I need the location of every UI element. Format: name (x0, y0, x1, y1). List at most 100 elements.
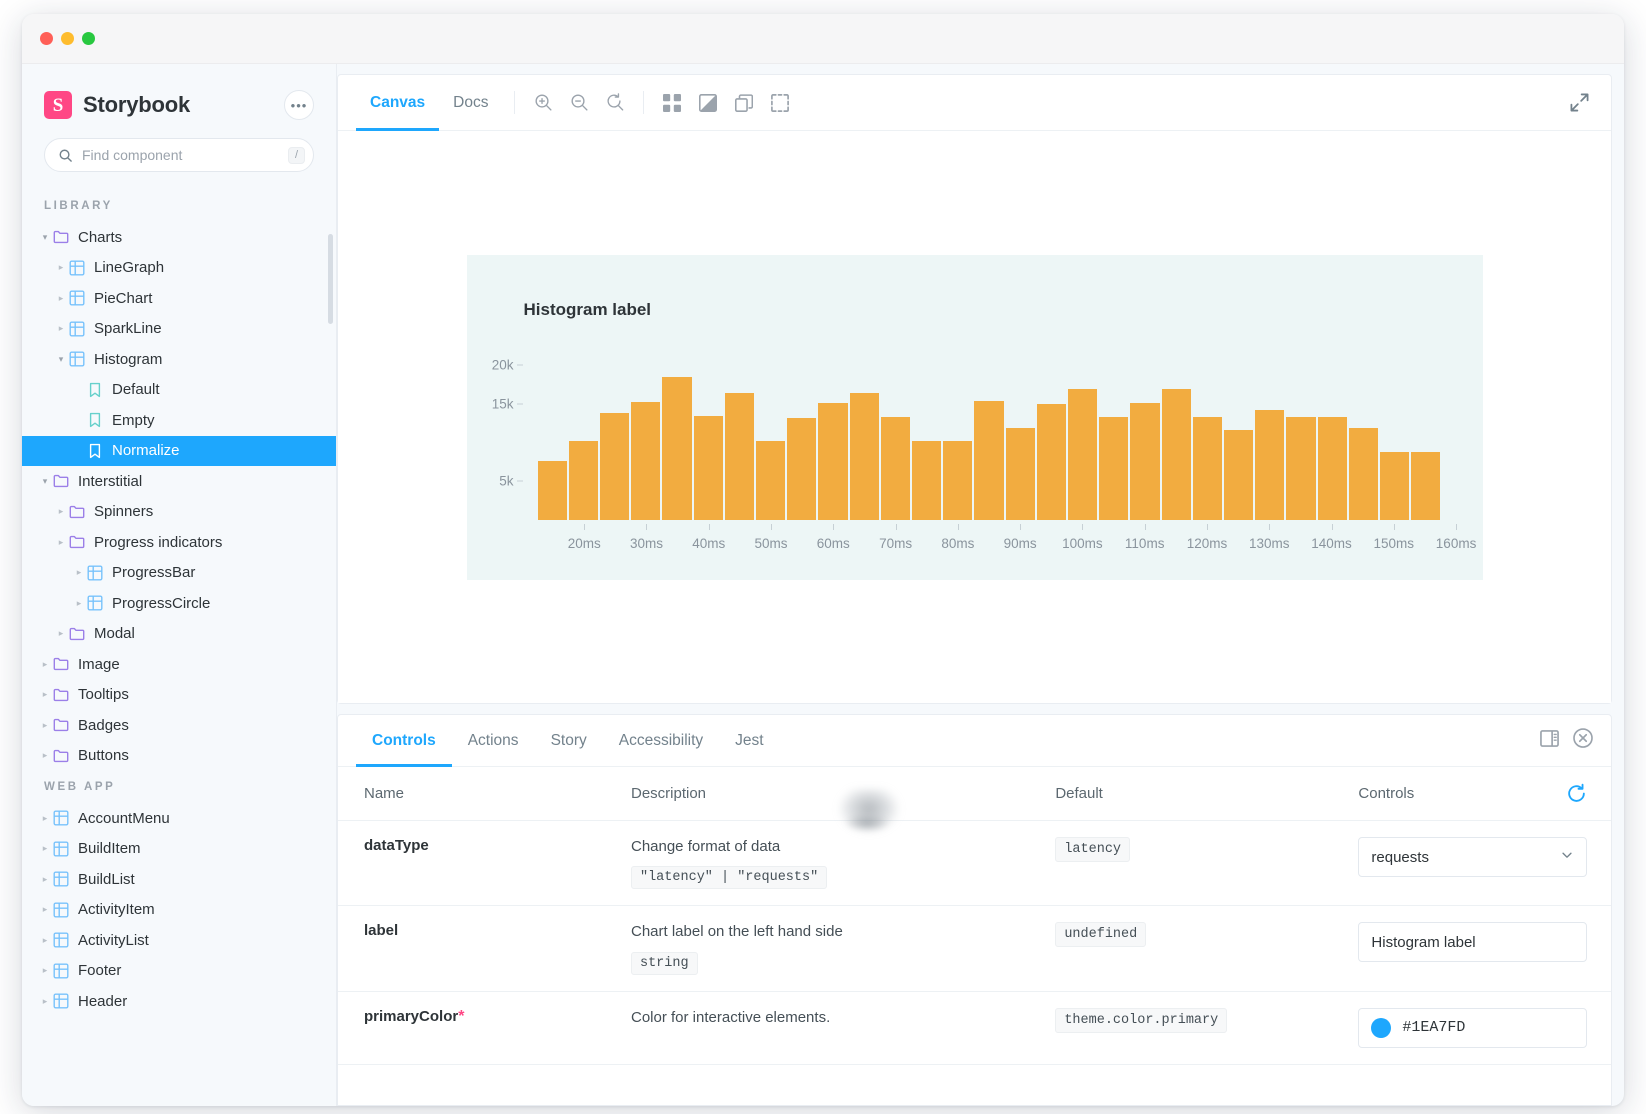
control-select[interactable]: requests (1358, 837, 1587, 877)
sidebar-item-builditem[interactable]: ▸BuildItem (22, 834, 336, 865)
chevron-down-icon[interactable]: ▾ (38, 476, 52, 487)
chart-bar (912, 441, 941, 519)
zoom-out-icon[interactable] (563, 87, 595, 119)
chevron-right-icon[interactable]: ▸ (38, 935, 52, 946)
close-panel-icon[interactable] (1573, 728, 1593, 753)
background-icon[interactable] (692, 87, 724, 119)
addons-panel: Controls Actions Story Accessibility Jes… (337, 714, 1612, 1106)
chart-bar (1193, 417, 1222, 520)
addon-toolbar-buttons (656, 75, 796, 130)
zoom-reset-icon[interactable] (599, 87, 631, 119)
chevron-right-icon[interactable]: ▸ (38, 720, 52, 731)
chart-bar (1068, 389, 1097, 520)
sidebar-item-default[interactable]: Default (22, 375, 336, 406)
sidebar-item-badges[interactable]: ▸Badges (22, 710, 336, 741)
chart-bar (850, 393, 879, 520)
sidebar-item-progressbar[interactable]: ▸ProgressBar (22, 558, 336, 589)
tab-controls[interactable]: Controls (356, 715, 452, 766)
search-input[interactable] (82, 147, 279, 163)
x-axis-tick-mark (1456, 524, 1457, 530)
zoom-in-icon[interactable] (527, 87, 559, 119)
sidebar-item-histogram[interactable]: ▾Histogram (22, 344, 336, 375)
sidebar-item-spinners[interactable]: ▸Spinners (22, 497, 336, 528)
sidebar-item-label: ActivityItem (78, 901, 155, 918)
color-swatch[interactable] (1371, 1018, 1391, 1038)
chevron-right-icon[interactable]: ▸ (38, 659, 52, 670)
folder-icon (68, 626, 86, 642)
control-name: label (364, 922, 398, 939)
column-header-controls: Controls (1358, 767, 1611, 821)
brand[interactable]: S Storybook (44, 91, 190, 119)
tab-accessibility[interactable]: Accessibility (603, 715, 719, 766)
tab-canvas[interactable]: Canvas (356, 75, 439, 130)
chevron-right-icon[interactable]: ▸ (54, 262, 68, 273)
sidebar-item-header[interactable]: ▸Header (22, 986, 336, 1017)
chevron-right-icon[interactable]: ▸ (54, 293, 68, 304)
control-default-cell: undefined (1055, 906, 1358, 991)
viewport-icon[interactable] (728, 87, 760, 119)
tab-story[interactable]: Story (535, 715, 603, 766)
measure-icon[interactable] (764, 87, 796, 119)
chart-bar (1006, 428, 1035, 519)
sidebar-item-normalize[interactable]: Normalize (22, 436, 336, 467)
x-axis-tick-mark (896, 524, 897, 530)
search-box[interactable]: / (44, 138, 314, 172)
chevron-right-icon[interactable]: ▸ (38, 750, 52, 761)
tab-actions[interactable]: Actions (452, 715, 535, 766)
sidebar-item-buildlist[interactable]: ▸BuildList (22, 864, 336, 895)
chevron-right-icon[interactable]: ▸ (38, 996, 52, 1007)
tab-jest[interactable]: Jest (719, 715, 779, 766)
chevron-right-icon[interactable]: ▸ (38, 874, 52, 885)
maximize-window-button[interactable] (82, 32, 95, 45)
sidebar-item-buttons[interactable]: ▸ Buttons (22, 741, 336, 772)
minimize-window-button[interactable] (61, 32, 74, 45)
column-header-controls-label: Controls (1358, 785, 1414, 802)
sidebar-item-modal[interactable]: ▸Modal (22, 619, 336, 650)
sidebar-item-progress-indicators[interactable]: ▸Progress indicators (22, 527, 336, 558)
grid-icon[interactable] (656, 87, 688, 119)
sidebar-item-activitylist[interactable]: ▸ActivityList (22, 925, 336, 956)
sidebar-item-linegraph[interactable]: ▸LineGraph (22, 253, 336, 284)
sidebar-item-footer[interactable]: ▸Footer (22, 956, 336, 987)
sidebar-item-interstitial[interactable]: ▾Interstitial (22, 466, 336, 497)
sidebar-item-label: Buttons (78, 747, 129, 764)
chart-bar (787, 418, 816, 519)
chevron-down-icon[interactable]: ▾ (54, 354, 68, 365)
control-color-input[interactable]: #1EA7FD (1358, 1008, 1587, 1048)
chevron-right-icon[interactable]: ▸ (38, 965, 52, 976)
sidebar-item-progresscircle[interactable]: ▸ProgressCircle (22, 588, 336, 619)
sidebar-item-accountmenu[interactable]: ▸AccountMenu (22, 803, 336, 834)
sidebar-item-sparkline[interactable]: ▸SparkLine (22, 314, 336, 345)
component-icon (52, 841, 70, 857)
sidebar-item-activityitem[interactable]: ▸ ActivityItem (22, 895, 336, 926)
chevron-right-icon[interactable]: ▸ (72, 598, 86, 609)
chevron-right-icon[interactable]: ▸ (38, 689, 52, 700)
panel-position-icon[interactable] (1540, 729, 1559, 753)
chevron-right-icon[interactable]: ▸ (38, 813, 52, 824)
sidebar-item-piechart[interactable]: ▸PieChart (22, 283, 336, 314)
folder-icon (68, 534, 86, 550)
chevron-right-icon[interactable]: ▸ (38, 904, 52, 915)
sidebar-item-charts[interactable]: ▾Charts (22, 222, 336, 253)
chart-bar (974, 401, 1003, 519)
chevron-right-icon[interactable]: ▸ (38, 843, 52, 854)
chevron-right-icon[interactable]: ▸ (54, 506, 68, 517)
addons-tablist: Controls Actions Story Accessibility Jes… (338, 715, 1611, 767)
chevron-down-icon[interactable]: ▾ (38, 232, 52, 243)
control-color-value: #1EA7FD (1402, 1019, 1465, 1036)
sidebar-item-empty[interactable]: Empty (22, 405, 336, 436)
close-window-button[interactable] (40, 32, 53, 45)
tab-docs[interactable]: Docs (439, 75, 502, 130)
control-input-cell: Histogram label (1358, 906, 1611, 991)
more-options-button[interactable]: ••• (284, 90, 314, 120)
fullscreen-icon[interactable] (1563, 87, 1595, 119)
control-text-input[interactable]: Histogram label (1358, 922, 1587, 962)
sidebar-item-image[interactable]: ▸Image (22, 649, 336, 680)
refresh-icon[interactable] (1566, 783, 1587, 804)
chevron-right-icon[interactable]: ▸ (72, 567, 86, 578)
chevron-right-icon[interactable]: ▸ (54, 537, 68, 548)
sidebar-scrollbar[interactable] (328, 234, 333, 324)
chevron-right-icon[interactable]: ▸ (54, 628, 68, 639)
chevron-right-icon[interactable]: ▸ (54, 323, 68, 334)
sidebar-item-tooltips[interactable]: ▸Tooltips (22, 680, 336, 711)
